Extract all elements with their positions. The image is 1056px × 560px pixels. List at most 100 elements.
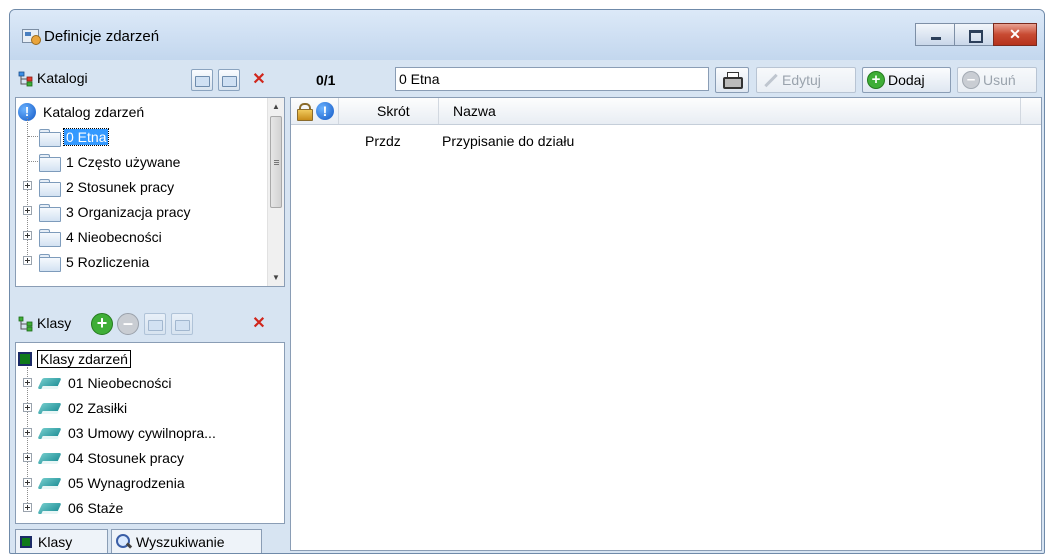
- left-pane: Katalogi ✕ ! Katalog zdarzeń 0 Etna 1 Cz…: [15, 61, 285, 553]
- main-window: Definicje zdarzeń Katalogi ✕ ! Ka: [9, 9, 1045, 554]
- expand-icon[interactable]: [23, 378, 32, 387]
- grid-header-icons[interactable]: !: [291, 98, 339, 124]
- scroll-down-icon[interactable]: ▼: [268, 269, 284, 286]
- tab-search[interactable]: Wyszukiwanie: [111, 529, 262, 553]
- cell-name: Przypisanie do działu: [442, 133, 575, 149]
- table-row[interactable]: Przdz Przypisanie do działu: [291, 130, 1041, 152]
- class-root-icon: [18, 351, 32, 366]
- right-pane: 0/1 0 Etna Edytuj + Dodaj – Usuń ! Skrót…: [290, 61, 1042, 551]
- tree-item-class-05[interactable]: 05 Wynagrodzenia: [39, 470, 187, 495]
- folder-icon: [39, 228, 61, 247]
- expand-icon[interactable]: [23, 206, 32, 215]
- tree-item-label: 05 Wynagrodzenia: [68, 474, 185, 491]
- book-icon: [39, 450, 61, 466]
- expand-icon[interactable]: [23, 478, 32, 487]
- tree-item-class-04[interactable]: 04 Stosunek pracy: [39, 445, 186, 470]
- catalog-field: 0 Etna: [395, 67, 709, 91]
- tree-item-label: 1 Często używane: [66, 153, 181, 170]
- minimize-button[interactable]: [915, 23, 955, 46]
- expand-icon[interactable]: [23, 503, 32, 512]
- delete-class-button[interactable]: ✕: [248, 313, 270, 335]
- expand-icon[interactable]: [23, 231, 32, 240]
- tree-item-label: 06 Staże: [68, 499, 124, 516]
- app-icon: [22, 29, 41, 45]
- tree-item-label: 02 Zasiłki: [68, 399, 128, 416]
- grid-header: ! Skrót Nazwa: [291, 98, 1041, 125]
- delete-button[interactable]: – Usuń: [957, 67, 1037, 93]
- edit-button-label: Edytuj: [782, 72, 821, 88]
- edit-button[interactable]: Edytuj: [756, 67, 856, 93]
- edit-catalog-button[interactable]: [218, 69, 240, 91]
- scroll-up-icon[interactable]: ▲: [268, 98, 284, 115]
- info-icon: !: [316, 102, 334, 120]
- minus-icon: –: [962, 71, 980, 89]
- add-catalog-button[interactable]: [191, 69, 213, 91]
- tree-item-3[interactable]: 3 Organizacja pracy: [39, 199, 193, 224]
- add-button-label: Dodaj: [888, 72, 925, 88]
- book-icon: [39, 425, 61, 441]
- tree-root-label: Katalog zdarzeń: [43, 103, 145, 120]
- classes-tree[interactable]: Klasy zdarzeń 01 Nieobecności 02 Zasiłki…: [15, 342, 285, 524]
- classes-tree-icon: [18, 316, 33, 332]
- tree-item-label: 0 Etna: [62, 127, 110, 146]
- folder-icon: [39, 178, 61, 197]
- cell-short: Przdz: [365, 133, 401, 149]
- folder-icon: [39, 203, 61, 222]
- remove-class-button[interactable]: –: [117, 313, 139, 335]
- tree-item-class-03[interactable]: 03 Umowy cywilnopra...: [39, 420, 218, 445]
- tree-item-label: 04 Stosunek pracy: [68, 449, 184, 466]
- catalogs-header: Katalogi ✕: [15, 61, 285, 97]
- column-header-name[interactable]: Nazwa: [439, 98, 1021, 124]
- edit-class-folder-button[interactable]: [171, 313, 193, 335]
- catalogs-tree-icon: [18, 71, 33, 87]
- expand-icon[interactable]: [23, 453, 32, 462]
- book-icon: [39, 500, 61, 516]
- search-icon: [116, 533, 132, 550]
- tree-item-label: 2 Stosunek pracy: [66, 178, 175, 195]
- tree-item-label: 3 Organizacja pracy: [66, 203, 191, 220]
- tree-item-5[interactable]: 5 Rozliczenia: [39, 249, 151, 274]
- maximize-button[interactable]: [954, 23, 994, 46]
- tree-guide-line: [27, 118, 28, 263]
- pencil-icon: [761, 71, 779, 89]
- catalogs-label: Katalogi: [37, 70, 88, 86]
- add-class-button[interactable]: +: [91, 313, 113, 335]
- tree-item-4[interactable]: 4 Nieobecności: [39, 224, 164, 249]
- delete-catalog-button[interactable]: ✕: [248, 69, 270, 91]
- tree-root-catalog[interactable]: ! Katalog zdarzeń: [18, 99, 146, 124]
- tree-item-class-01[interactable]: 01 Nieobecności: [39, 370, 174, 395]
- tab-classes-label: Klasy: [38, 533, 73, 550]
- delete-button-label: Usuń: [983, 72, 1016, 88]
- tab-search-label: Wyszukiwanie: [136, 533, 225, 550]
- tree-root-classes[interactable]: Klasy zdarzeń: [18, 346, 131, 371]
- tree-item-0-etna[interactable]: 0 Etna: [39, 124, 110, 149]
- events-grid[interactable]: ! Skrót Nazwa Przdz Przypisanie do dział…: [290, 97, 1042, 551]
- tree-item-1[interactable]: 1 Często używane: [39, 149, 182, 174]
- column-header-short[interactable]: Skrót: [339, 98, 439, 124]
- add-class-folder-button[interactable]: [144, 313, 166, 335]
- tree-item-class-02[interactable]: 02 Zasiłki: [39, 395, 129, 420]
- tab-classes[interactable]: Klasy: [15, 529, 108, 553]
- window-title: Definicje zdarzeń: [44, 28, 160, 45]
- print-button[interactable]: [715, 67, 749, 93]
- expand-icon[interactable]: [23, 256, 32, 265]
- expand-icon[interactable]: [23, 403, 32, 412]
- book-icon: [39, 475, 61, 491]
- tree-item-class-06[interactable]: 06 Staże: [39, 495, 125, 520]
- plus-icon: +: [867, 71, 885, 89]
- expand-icon[interactable]: [23, 428, 32, 437]
- close-window-button[interactable]: [993, 23, 1037, 46]
- add-button[interactable]: + Dodaj: [862, 67, 951, 93]
- printer-icon: [723, 72, 743, 89]
- window-controls: [915, 23, 1037, 46]
- title-bar: Definicje zdarzeń: [10, 10, 1044, 60]
- classes-tab-icon: [20, 535, 32, 548]
- classes-header: Klasy + – ✕: [15, 306, 285, 342]
- scroll-thumb[interactable]: [270, 116, 282, 208]
- catalogs-scrollbar[interactable]: ▲ ▼: [267, 98, 284, 286]
- tree-item-2[interactable]: 2 Stosunek pracy: [39, 174, 176, 199]
- tree-item-label: 4 Nieobecności: [66, 228, 162, 245]
- folder-icon: [39, 153, 61, 172]
- catalogs-tree[interactable]: ! Katalog zdarzeń 0 Etna 1 Często używan…: [15, 97, 285, 287]
- expand-icon[interactable]: [23, 181, 32, 190]
